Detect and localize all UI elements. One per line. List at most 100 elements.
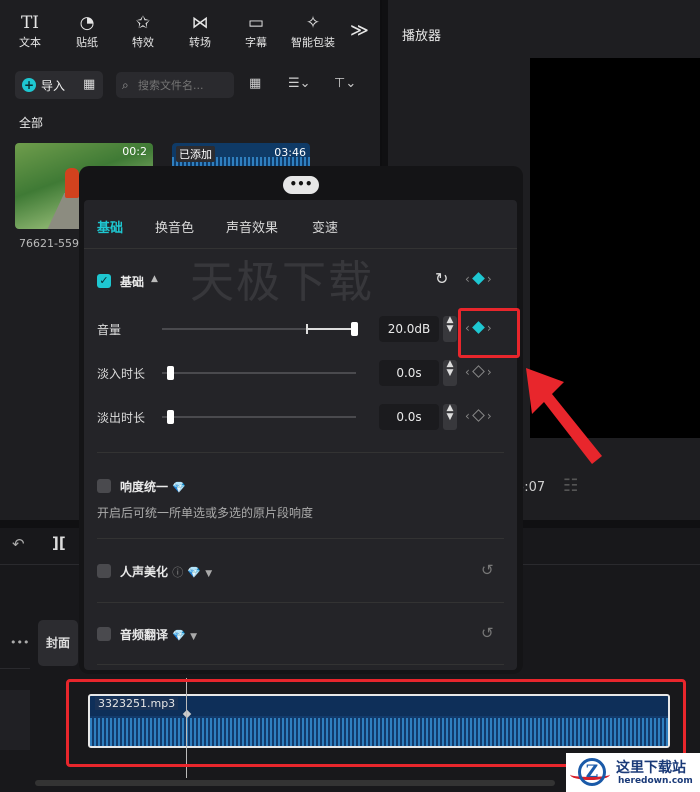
- player-title: 播放器: [402, 29, 442, 44]
- track-divider: [0, 668, 30, 669]
- section-divider: [97, 452, 504, 453]
- smart-pack-icon: ✧: [305, 13, 321, 33]
- next-keyframe-icon[interactable]: ›: [487, 365, 492, 379]
- audio-translate-checkbox[interactable]: [97, 627, 111, 641]
- keyframe-nav[interactable]: ‹ ›: [465, 272, 492, 286]
- tool-smart-pack[interactable]: ✧ 智能包装: [285, 12, 341, 50]
- audio-translate-label: 音频翻译 💎 ▼: [120, 628, 198, 642]
- toolbar-more-icon[interactable]: ≫: [350, 20, 369, 41]
- prev-keyframe-icon[interactable]: ‹: [465, 365, 470, 379]
- search-icon: ⌕: [122, 78, 129, 92]
- fade-in-stepper[interactable]: ▲ ▼: [443, 360, 457, 386]
- prev-keyframe-icon[interactable]: ‹: [465, 272, 470, 286]
- tab-all[interactable]: 全部: [19, 114, 43, 131]
- volume-value[interactable]: 20.0dB: [379, 316, 439, 342]
- tool-sticker[interactable]: ◔ 贴纸: [60, 12, 114, 50]
- popup-drag-handle[interactable]: •••: [283, 176, 319, 194]
- basic-checkbox[interactable]: ✓: [97, 274, 111, 288]
- volume-stepper[interactable]: ▲ ▼: [443, 316, 457, 342]
- sort-icon[interactable]: ☰⌄: [288, 76, 311, 91]
- fade-in-value[interactable]: 0.0s: [379, 360, 439, 386]
- cover-button[interactable]: 封面: [38, 620, 78, 666]
- keyframe-diamond-icon[interactable]: [471, 365, 485, 378]
- video-filename: 76621-559: [19, 237, 79, 250]
- voice-beautify-checkbox[interactable]: [97, 564, 111, 578]
- added-badge: 已添加: [176, 146, 215, 162]
- section-divider: [97, 602, 504, 603]
- plus-icon: +: [22, 78, 36, 92]
- annotation-arrow: [526, 368, 602, 464]
- fade-out-slider-track[interactable]: [162, 416, 356, 418]
- audio-duration: 03:46: [274, 146, 306, 159]
- thumbnail-person: [65, 168, 79, 198]
- text-icon: TI: [20, 13, 40, 33]
- tool-effects[interactable]: ✩ 特效: [116, 12, 170, 50]
- fade-out-slider-thumb[interactable]: [167, 410, 174, 424]
- prev-keyframe-icon[interactable]: ‹: [465, 409, 470, 423]
- keyframe-diamond-icon[interactable]: [471, 272, 485, 285]
- next-keyframe-icon[interactable]: ›: [487, 409, 492, 423]
- fade-out-keyframe-nav[interactable]: ‹ ›: [465, 409, 492, 423]
- fade-in-keyframe-nav[interactable]: ‹ ›: [465, 365, 492, 379]
- fade-in-slider-thumb[interactable]: [167, 366, 174, 380]
- watermark: 天极下载: [190, 257, 374, 308]
- ratio-grid-icon[interactable]: ☷: [563, 476, 578, 496]
- loudness-label: 响度统一 💎: [120, 480, 186, 494]
- help-icon[interactable]: ⓘ: [172, 566, 183, 579]
- voice-beautify-label: 人声美化 ⓘ 💎 ▼: [120, 565, 213, 579]
- volume-slider-thumb[interactable]: [351, 322, 358, 336]
- caret-up-icon[interactable]: ▲: [151, 274, 158, 284]
- volume-slider-fill-line: [306, 328, 351, 330]
- logo-mark: Z: [578, 758, 606, 786]
- audio-translate-reset-icon[interactable]: ↺: [481, 624, 494, 642]
- search-box[interactable]: ⌕: [116, 72, 234, 98]
- reset-icon[interactable]: ↻: [435, 269, 448, 288]
- popup-body: 基础 换音色 声音效果 变速 天极下载 ✓ 基础 ▲ ↻ ‹ › 音量 20.0d…: [84, 200, 517, 670]
- tool-subtitle[interactable]: ▭ 字幕: [229, 12, 283, 50]
- keyframe-diamond-icon[interactable]: [471, 409, 485, 422]
- next-keyframe-icon[interactable]: ›: [487, 272, 492, 286]
- logo-url: heredown.com: [618, 776, 693, 786]
- qr-grid-icon[interactable]: ▦: [83, 77, 95, 92]
- section-divider: [97, 538, 504, 539]
- tab-speed[interactable]: 变速: [312, 217, 338, 236]
- loudness-description: 开启后可统一所单选或多选的原片段响度: [97, 506, 314, 520]
- video-duration: 00:2: [122, 145, 147, 158]
- grid-view-icon[interactable]: ▦: [249, 76, 261, 91]
- transition-icon: ⋈: [191, 13, 209, 33]
- subtitle-icon: ▭: [247, 13, 265, 33]
- tab-basic[interactable]: 基础: [97, 217, 123, 236]
- vip-diamond-icon: 💎: [187, 566, 202, 579]
- voice-beautify-reset-icon[interactable]: ↺: [481, 561, 494, 579]
- undo-icon[interactable]: ↶: [12, 535, 25, 553]
- section-divider: [97, 664, 504, 665]
- fade-out-label: 淡出时长: [97, 411, 146, 425]
- keyframe-highlight-box: [458, 308, 520, 358]
- caret-down-icon[interactable]: ▼: [190, 632, 197, 642]
- fade-out-stepper[interactable]: ▲ ▼: [443, 404, 457, 430]
- volume-label: 音量: [97, 323, 122, 337]
- audio-settings-popup: ••• 基础 换音色 声音效果 变速 天极下载 ✓ 基础 ▲ ↻ ‹ › 音量 2…: [79, 166, 523, 674]
- effects-star-icon: ✩: [135, 13, 151, 33]
- timeline-scrollbar[interactable]: [35, 780, 555, 786]
- vip-diamond-icon: 💎: [172, 629, 186, 642]
- basic-section-label: 基础: [120, 275, 145, 289]
- search-input[interactable]: [138, 72, 228, 98]
- filter-icon[interactable]: ⊤⌄: [334, 76, 356, 91]
- fade-out-value[interactable]: 0.0s: [379, 404, 439, 430]
- sticker-icon: ◔: [79, 13, 95, 33]
- fade-in-slider-track[interactable]: [162, 372, 356, 374]
- loudness-checkbox[interactable]: [97, 479, 111, 493]
- tab-voice-change[interactable]: 换音色: [155, 217, 194, 236]
- track-menu-icon[interactable]: •••: [10, 636, 29, 649]
- caret-down-icon[interactable]: ▼: [205, 569, 212, 579]
- import-button[interactable]: + 导入 ▦: [15, 71, 103, 99]
- logo-text: 这里下载站: [616, 760, 686, 776]
- site-logo: Z 这里下载站 heredown.com: [566, 753, 700, 792]
- tab-sound-effects[interactable]: 声音效果: [226, 217, 278, 236]
- import-label: 导入: [41, 79, 66, 93]
- split-icon[interactable]: ][: [52, 534, 66, 552]
- audio-track-header: [0, 690, 30, 750]
- tool-transition[interactable]: ⋈ 转场: [173, 12, 227, 50]
- tool-text[interactable]: TI 文本: [3, 12, 57, 50]
